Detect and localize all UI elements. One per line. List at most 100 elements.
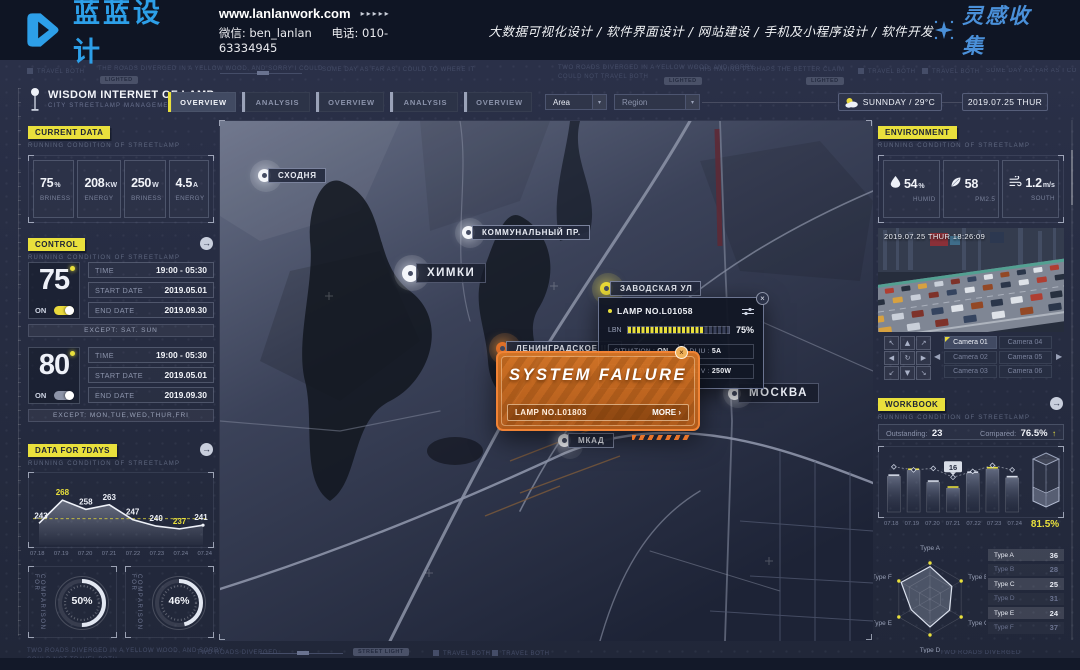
promo-banner: 蓝蓝设计 www.lanlanwork.com ▸▸▸▸▸ 微信: ben_la… (0, 0, 1080, 60)
wechat-contact: 微信: ben_lanlan (219, 26, 312, 40)
city-map[interactable]: СХОДНЯ КОММУНАЛЬНЫЙ ПР. ХИМКИ ЗАВОДСКАЯ … (219, 120, 872, 640)
weather-text: SUNNDAY / 29°C (863, 97, 935, 107)
type-radar-chart: Type AType BType CType DType EType F (874, 541, 986, 653)
close-icon[interactable]: × (675, 346, 688, 359)
camera-dpad: ↖ ▲ ↗ ◀ ↻ ▶ ↙ ▼ ↘ (884, 336, 931, 380)
seven-days-subtitle: RUNNING CONDITION OF STREETLAMP (28, 461, 180, 467)
brightness-progress-bar[interactable] (627, 326, 730, 334)
capacity-cube (1031, 450, 1061, 514)
decor-slider (220, 73, 302, 74)
end-date-row: END DATE2019.09.30 (88, 387, 214, 403)
comparison-gauge-1: COMPARISON FOR 50% (28, 566, 117, 638)
camera-06-button[interactable]: Camera 06 (999, 365, 1052, 378)
schedule-2-toggle[interactable] (54, 391, 74, 400)
svg-text:Type D: Type D (920, 647, 941, 653)
banner-contact: www.lanlanwork.com ▸▸▸▸▸ 微信: ben_lanlan … (219, 6, 447, 55)
pan-left-button[interactable]: ◀ (884, 351, 899, 365)
sliders-icon[interactable] (742, 307, 754, 316)
pan-up-right-button[interactable]: ↗ (916, 336, 931, 350)
camera-03-button[interactable]: Camera 03 (944, 365, 997, 378)
stat-briness: 75% BRINESS (33, 160, 74, 218)
decor-checkbox-travel: TRAVEL BOTH (922, 68, 980, 75)
pan-right-button[interactable]: ▶ (916, 351, 931, 365)
area-select[interactable]: Area ▾ (545, 94, 607, 110)
divider (942, 102, 962, 103)
camera-list-prev-button[interactable]: ◀ (934, 352, 940, 361)
tab-analysis-2[interactable]: ANALYSIS (390, 92, 458, 112)
camera-01-button[interactable]: Camera 01 (944, 336, 997, 349)
workbook-bar-chart: 16 (884, 450, 1022, 514)
workbook-subtitle: RUNNING CONDITION OF STREETLAMP (878, 415, 1030, 421)
camera-list: Camera 01 Camera 04 Camera 02 Camera 05 … (944, 336, 1052, 378)
x-tick-label: 07.21 (946, 521, 961, 527)
lanlan-logo-icon (24, 10, 64, 50)
svg-text:Type A: Type A (920, 545, 941, 552)
x-tick-label: 07.18 (884, 521, 899, 527)
droplet-icon (890, 175, 901, 188)
logo-text: 蓝蓝设计 (73, 0, 193, 69)
streetlamp-icon (28, 87, 42, 113)
services-list: 大数据可视化设计 / 软件界面设计 / 网站建设 / 手机及小程序设计 / 软件… (488, 21, 933, 40)
inspiration-collect[interactable]: 灵感收集 (933, 0, 1054, 60)
current-data-subtitle: RUNNING CONDITION OF STREETLAMP (28, 143, 180, 149)
x-tick-label: 07.18 (30, 551, 45, 557)
seven-days-badge: DATA FOR 7DAYS (28, 444, 117, 457)
svg-text:243: 243 (34, 511, 48, 520)
website-link[interactable]: www.lanlanwork.com (219, 6, 351, 21)
map-pin-skhodnya[interactable]: СХОДНЯ (258, 168, 326, 183)
pan-down-button[interactable]: ▼ (900, 366, 915, 380)
alert-title: SYSTEM FAILURE (498, 366, 698, 385)
x-tick-label: 07.23 (150, 551, 165, 557)
except-days-bar: EXCEPT: SAT. SUN (28, 324, 214, 337)
lbn-label: LBN (608, 327, 622, 334)
traffic-scene (878, 228, 1064, 332)
current-data-badge: CURRENT DATA (28, 126, 110, 139)
more-button[interactable]: MORE › (652, 408, 681, 417)
stat-energy: 208KW ENERGY (77, 160, 121, 218)
close-icon[interactable]: × (756, 292, 769, 305)
camera-02-button[interactable]: Camera 02 (944, 351, 997, 364)
seven-days-expand-button[interactable]: → (200, 443, 213, 456)
map-pin-kommunalny[interactable]: КОММУНАЛЬНЫЙ ПР. (462, 225, 590, 240)
right-scrollbar[interactable] (1071, 120, 1073, 640)
bulb-icon (70, 266, 75, 271)
decor-poem: SOME DAY AS FAR AS I COULD TO WHERE IT (986, 68, 1076, 74)
map-pin-zavodskaya[interactable]: ЗАВОДСКАЯ УЛ (600, 281, 701, 296)
pan-down-left-button[interactable]: ↙ (884, 366, 899, 380)
tab-overview-3[interactable]: OVERVIEW (464, 92, 532, 112)
svg-text:241: 241 (194, 513, 208, 522)
camera-05-button[interactable]: Camera 05 (999, 351, 1052, 364)
decor-badge-lighted: LIGHTED (100, 76, 138, 84)
pan-up-button[interactable]: ▲ (900, 336, 915, 350)
workbook-expand-button[interactable]: → (1050, 397, 1063, 410)
tab-overview-1[interactable]: OVERVIEW (168, 92, 236, 112)
pan-up-left-button[interactable]: ↖ (884, 336, 899, 350)
camera-timestamp: 2019.07.25 THUR 18:26:09 (884, 232, 985, 241)
wind-icon (1009, 176, 1022, 187)
map-pin-mkad[interactable]: МКАД (558, 433, 614, 448)
region-select[interactable]: Region ▾ (614, 94, 700, 110)
sparkle-icon (933, 19, 955, 41)
compared-value: 76.5% (1021, 428, 1048, 439)
system-failure-alert[interactable]: × SYSTEM FAILURE LAMP NO.L01803 MORE › (496, 351, 700, 431)
map-pin-khimki[interactable]: ХИМКИ (402, 263, 486, 283)
chevron-down-icon: ▾ (592, 95, 606, 109)
x-tick-label: 07.19 (54, 551, 69, 557)
workbook-summary: Outstanding: 23 Compared: 76.5% ↑ (878, 424, 1064, 440)
status-dot-icon (608, 309, 612, 313)
control-badge: CONTROL (28, 238, 85, 251)
svg-text:Type F: Type F (874, 574, 892, 581)
start-date-row: START DATE2019.05.01 (88, 367, 214, 383)
camera-04-button[interactable]: Camera 04 (999, 336, 1052, 349)
x-tick-label: 07.22 (966, 521, 981, 527)
reset-view-button[interactable]: ↻ (900, 351, 915, 365)
tab-analysis-1[interactable]: ANALYSIS (242, 92, 310, 112)
control-subtitle: RUNNING CONDITION OF STREETLAMP (28, 255, 180, 261)
pan-down-right-button[interactable]: ↘ (916, 366, 931, 380)
chevron-right-icon: › (678, 408, 681, 417)
control-expand-button[interactable]: → (200, 237, 213, 250)
camera-list-next-button[interactable]: ▶ (1056, 352, 1062, 361)
tab-overview-2[interactable]: OVERVIEW (316, 92, 384, 112)
gauge-value: 46% (150, 595, 208, 607)
schedule-1-toggle[interactable] (54, 306, 74, 315)
